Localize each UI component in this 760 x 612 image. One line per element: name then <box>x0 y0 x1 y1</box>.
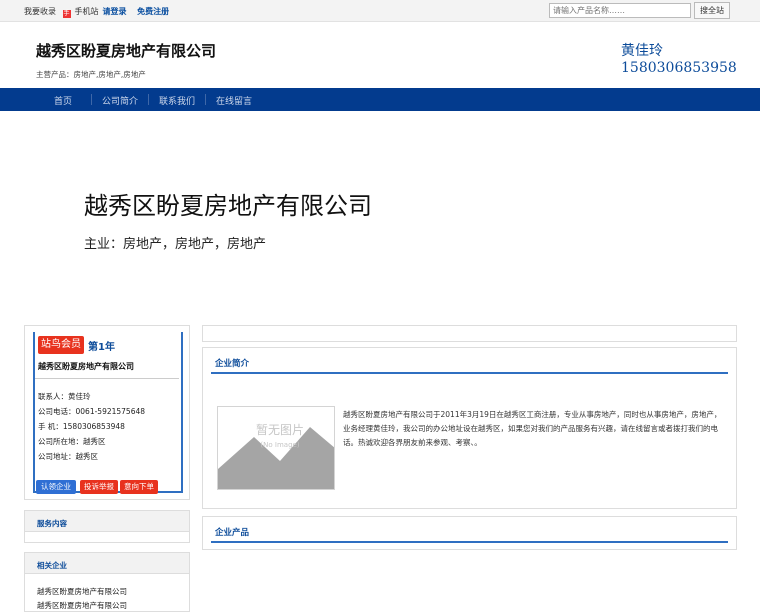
card-contact: 联系人：黄佳玲 <box>38 392 91 401</box>
banner-title: 越秀区盼夏房地产有限公司 <box>84 192 372 220</box>
intro-underline <box>211 372 728 374</box>
banner-subtitle: 主业：房地产，房地产，房地产 <box>84 237 267 252</box>
nav-about[interactable]: 公司简介 <box>102 94 138 107</box>
search-button[interactable]: 搜全站 <box>694 2 730 19</box>
main-top-strip <box>202 325 737 342</box>
related-box: 相关企业 越秀区盼夏房地产有限公司 越秀区盼夏房地产有限公司 <box>24 552 190 612</box>
services-box: 服务内容 <box>24 510 190 543</box>
main-nav: 首页 公司简介 联系我们 在线留言 <box>0 88 760 111</box>
no-image-label-en: (No Image) <box>260 441 299 449</box>
intro-text: 越秀区盼夏房地产有限公司于2011年3月19日在越秀区工商注册，专业从事房地产，… <box>343 410 722 447</box>
top-bar: 我要收录 手手机站请登录 免费注册 搜全站 <box>0 0 760 22</box>
mobile-icon: 手 <box>62 10 71 18</box>
contact-name: 黄佳玲 <box>621 43 663 59</box>
search-input[interactable] <box>549 3 691 18</box>
products-panel: 企业产品 <box>202 516 737 550</box>
member-year: 第1年 <box>88 342 115 353</box>
card-address: 公司地址：越秀区 <box>38 452 98 461</box>
card-mobile: 手 机：1580306853948 <box>38 422 125 431</box>
no-image-placeholder: 暂无图片 (No Image) <box>217 406 335 490</box>
related-title: 相关企业 <box>25 553 189 574</box>
claim-company-button[interactable]: 认领企业 <box>36 480 76 494</box>
products-underline <box>211 541 728 543</box>
top-links: 我要收录 手手机站 请登录 免费注册 <box>24 6 173 18</box>
nav-contact[interactable]: 联系我们 <box>159 94 195 107</box>
mobile-site-link[interactable]: 手手机站 请登录 <box>62 7 131 18</box>
login-link[interactable]: 请登录 <box>103 7 127 16</box>
nav-divider <box>148 94 149 105</box>
card-company-name[interactable]: 越秀区盼夏房地产有限公司 <box>38 361 134 372</box>
nav-divider <box>205 94 206 105</box>
related-item[interactable]: 越秀区盼夏房地产有限公司 <box>37 586 127 597</box>
card-location: 公司所在地：越秀区 <box>38 437 106 446</box>
products-title: 企业产品 <box>215 528 250 538</box>
intro-title: 企业简介 <box>215 359 250 369</box>
submit-site-link[interactable]: 我要收录 <box>24 7 56 16</box>
card-divider <box>35 378 179 379</box>
report-button[interactable]: 投诉举报 <box>80 480 118 494</box>
contact-phone: 1580306853958 <box>621 60 737 76</box>
member-badge: 站鸟会员 <box>38 336 84 354</box>
order-intent-button[interactable]: 意向下单 <box>120 480 158 494</box>
main-products: 主营产品：房地产,房地产,房地产 <box>36 70 146 79</box>
intro-panel: 企业简介 暂无图片 (No Image) 越秀区盼夏房地产有限公司于2011年3… <box>202 347 737 509</box>
nav-divider <box>91 94 92 105</box>
card-tel: 公司电话：0061-5921575648 <box>38 407 146 416</box>
services-title: 服务内容 <box>25 511 189 532</box>
nav-home[interactable]: 首页 <box>54 94 72 107</box>
no-image-graphic: 暂无图片 (No Image) <box>218 407 334 489</box>
no-image-label: 暂无图片 <box>256 423 304 437</box>
related-item[interactable]: 越秀区盼夏房地产有限公司 <box>37 600 127 611</box>
company-card: 站鸟会员 第1年 越秀区盼夏房地产有限公司 联系人：黄佳玲 公司电话：0061-… <box>24 325 190 500</box>
register-link[interactable]: 免费注册 <box>137 7 169 16</box>
nav-message[interactable]: 在线留言 <box>216 94 252 107</box>
company-title[interactable]: 越秀区盼夏房地产有限公司 <box>36 40 216 61</box>
